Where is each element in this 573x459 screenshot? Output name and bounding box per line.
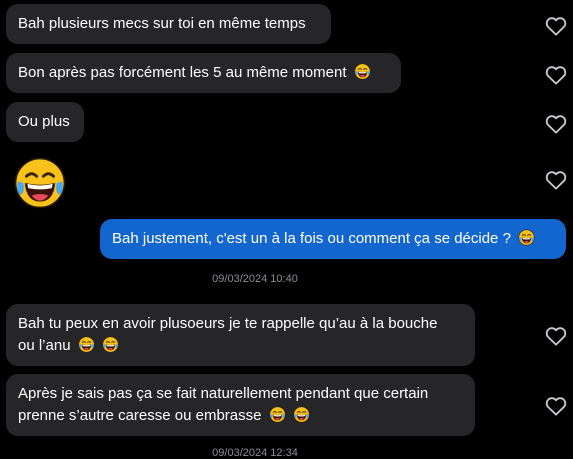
heart-outline-icon[interactable] xyxy=(545,170,567,190)
message-text-line: ou l’anu xyxy=(18,337,71,354)
message-timestamp: 09/03/2024 10:40 xyxy=(212,273,298,285)
heart-outline-icon[interactable] xyxy=(545,16,567,36)
laughing-tears-emoji-icon xyxy=(78,336,95,353)
laughing-tears-emoji-icon xyxy=(102,336,119,353)
message-timestamp: 09/03/2024 12:34 xyxy=(212,447,298,459)
heart-outline-icon[interactable] xyxy=(545,326,567,346)
message-text: Bon après pas forcément les 5 au même mo… xyxy=(18,64,347,81)
message-text-line: Après je sais pas ça se fait naturelleme… xyxy=(18,385,429,402)
incoming-message[interactable]: Bah plusieurs mecs sur toi en même temps xyxy=(6,4,331,44)
heart-outline-icon[interactable] xyxy=(545,114,567,134)
heart-outline-icon[interactable] xyxy=(545,396,567,416)
message-text-line: Bah tu peux en avoir plusoeurs je te rap… xyxy=(18,315,438,332)
message-text-line: prenne s’autre caresse ou embrasse xyxy=(18,407,262,424)
incoming-message[interactable]: Bah tu peux en avoir plusoeurs je te rap… xyxy=(6,304,475,366)
incoming-message[interactable]: Ou plus xyxy=(6,102,84,142)
heart-outline-icon[interactable] xyxy=(545,65,567,85)
incoming-message[interactable]: Bon après pas forcément les 5 au même mo… xyxy=(6,53,401,93)
message-text: Bah plusieurs mecs sur toi en même temps xyxy=(18,15,306,32)
laughing-tears-emoji-icon xyxy=(269,406,286,423)
laughing-tears-emoji-icon xyxy=(354,63,371,80)
outgoing-message[interactable]: Bah justement, c'est un à la fois ou com… xyxy=(100,219,566,259)
laughing-tears-emoji-icon xyxy=(293,406,310,423)
laughing-tears-emoji-icon xyxy=(518,229,535,246)
laughing-tears-emoji-icon[interactable] xyxy=(13,156,67,210)
incoming-message[interactable]: Après je sais pas ça se fait naturelleme… xyxy=(6,374,475,436)
message-text: Bah justement, c'est un à la fois ou com… xyxy=(112,230,511,247)
message-text: Ou plus xyxy=(18,113,70,130)
